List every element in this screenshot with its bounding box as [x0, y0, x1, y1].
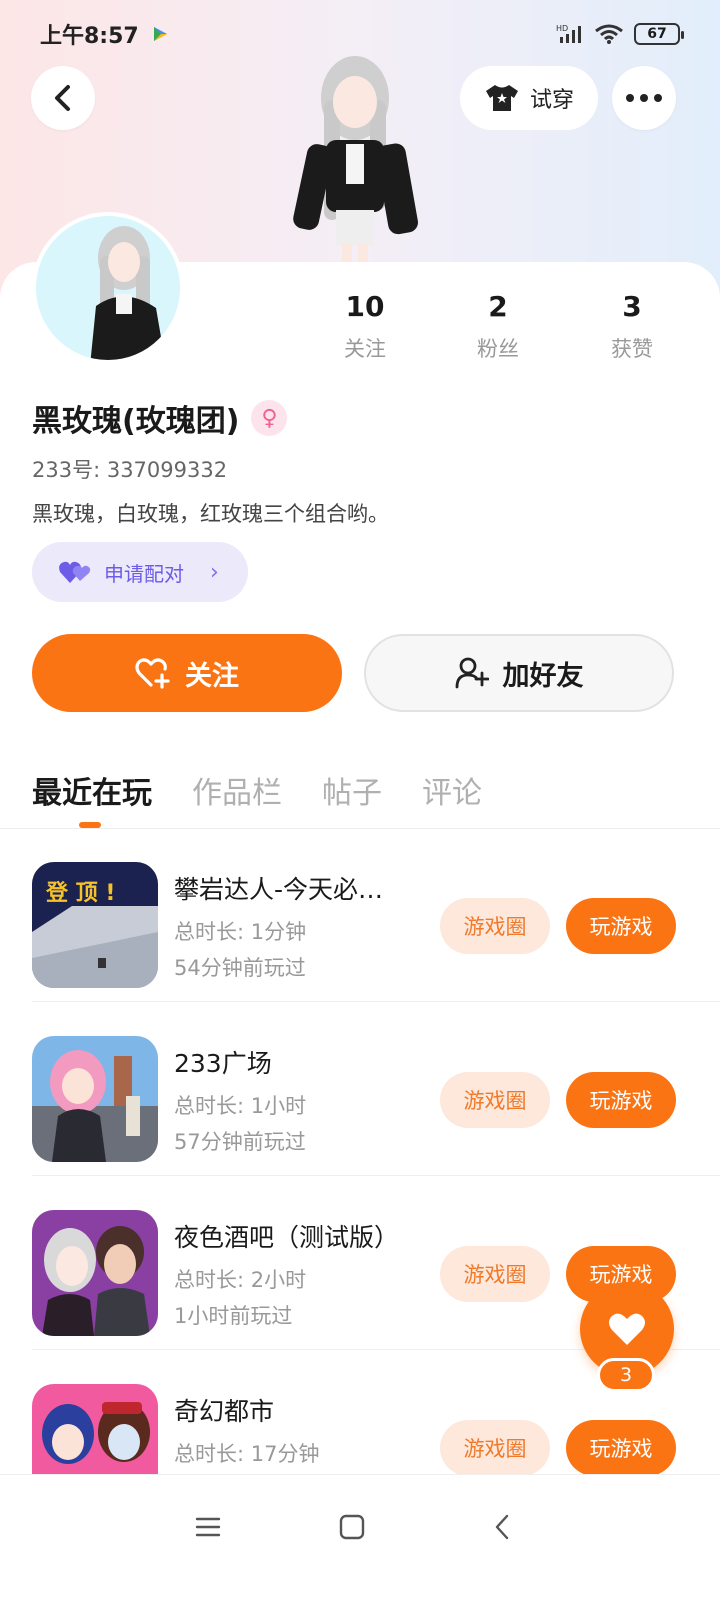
game-last-played: 54分钟前玩过 [174, 956, 306, 980]
tshirt-icon [485, 85, 518, 111]
wifi-icon [595, 24, 623, 44]
back-nav-button[interactable] [482, 1507, 522, 1547]
game-icon-text: 登 顶 ! [45, 881, 115, 906]
play-game-button[interactable]: 玩游戏 [566, 1420, 676, 1476]
add-friend-label: 加好友 [502, 660, 584, 692]
status-time: 上午8:57 [40, 24, 139, 49]
system-navigation-bar [0, 1474, 720, 1600]
stat-fans-count: 2 [488, 290, 508, 323]
back-chevron-icon [495, 1514, 509, 1540]
profile-bio: 黑玫瑰，白玫瑰，红玫瑰三个组合哟。 [32, 502, 389, 526]
play-game-button[interactable]: 玩游戏 [566, 898, 676, 954]
tryon-label: 试穿 [529, 88, 574, 113]
game-duration: 总时长: 1分钟 [174, 920, 307, 944]
tab-recently-played[interactable]: 最近在玩 [32, 768, 152, 812]
menu-icon [195, 1517, 221, 1537]
home-nav-button[interactable] [332, 1507, 372, 1547]
stat-following-count: 10 [345, 290, 385, 323]
battery-indicator: 67 [634, 23, 684, 45]
request-pair-button[interactable]: 申请配对 › [32, 542, 248, 602]
game-last-played: 1小时前玩过 [174, 1304, 293, 1328]
avatar-character-figure [293, 56, 418, 264]
more-dots-icon [626, 94, 662, 102]
add-friend-button[interactable]: 加好友 [364, 634, 674, 712]
stat-fans[interactable]: 2 粉丝 [438, 290, 558, 363]
game-icon [32, 1036, 158, 1162]
svg-text:HD: HD [556, 24, 568, 33]
game-title: 攀岩达人-今天必… [174, 875, 384, 904]
profile-tabs: 最近在玩 作品栏 帖子 评论 [32, 768, 482, 812]
game-title: 夜色酒吧（测试版） [174, 1223, 400, 1252]
list-item-game[interactable]: 233广场 总时长: 1小时 57分钟前玩过 游戏圈 玩游戏 [0, 1002, 720, 1176]
home-square-icon [339, 1514, 365, 1540]
avatar-character-image [90, 226, 165, 360]
avatar[interactable] [32, 212, 184, 364]
add-user-icon [455, 657, 489, 689]
game-title: 233广场 [174, 1049, 272, 1078]
list-item-game[interactable]: 登 顶 ! 攀岩达人-今天必… 总时长: 1分钟 54分钟前玩过 游戏圈 玩游戏 [0, 828, 720, 1002]
chevron-left-icon [55, 85, 70, 111]
play-store-icon [153, 27, 167, 41]
tryon-button[interactable]: 试穿 [460, 66, 598, 130]
stat-likes-label: 获赞 [611, 337, 653, 361]
menu-nav-button[interactable] [188, 1507, 228, 1547]
more-options-button[interactable] [612, 66, 676, 130]
stat-following[interactable]: 10 关注 [305, 290, 425, 363]
stat-following-label: 关注 [344, 337, 386, 361]
game-icon [32, 1210, 158, 1336]
heart-icon [609, 1313, 645, 1345]
game-circle-button[interactable]: 游戏圈 [440, 1072, 550, 1128]
double-heart-icon [59, 561, 91, 583]
tab-posts[interactable]: 帖子 [322, 768, 382, 812]
tab-comments[interactable]: 评论 [422, 768, 482, 812]
request-pair-label: 申请配对 [104, 561, 184, 586]
game-circle-button[interactable]: 游戏圈 [440, 898, 550, 954]
game-title: 奇幻都市 [174, 1397, 275, 1426]
stat-likes-count: 3 [622, 290, 642, 323]
follow-button[interactable]: 关注 [32, 634, 342, 712]
like-count-badge: 3 [597, 1358, 655, 1392]
game-duration: 总时长: 1小时 [174, 1094, 307, 1118]
status-bar: 上午8:57 HD 67 [40, 18, 684, 50]
play-game-button[interactable]: 玩游戏 [566, 1072, 676, 1128]
profile-uid: 233号: 337099332 [32, 458, 228, 482]
game-icon: 登 顶 ! [32, 862, 158, 988]
stat-likes[interactable]: 3 获赞 [572, 290, 692, 363]
game-duration: 总时长: 17分钟 [174, 1442, 320, 1466]
game-circle-button[interactable]: 游戏圈 [440, 1420, 550, 1476]
chevron-right-icon: › [210, 559, 219, 585]
profile-name-row: 黑玫瑰(玫瑰团) ♀ [32, 396, 288, 440]
game-circle-button[interactable]: 游戏圈 [440, 1246, 550, 1302]
follow-label: 关注 [185, 660, 239, 692]
game-duration: 总时长: 2小时 [174, 1268, 307, 1292]
heart-plus-icon [135, 658, 170, 689]
signal-icon: HD [556, 24, 581, 43]
female-gender-icon: ♀ [251, 400, 288, 436]
tab-works[interactable]: 作品栏 [192, 768, 282, 812]
stat-fans-label: 粉丝 [477, 337, 519, 361]
game-last-played: 57分钟前玩过 [174, 1130, 306, 1154]
back-button[interactable] [31, 66, 95, 130]
profile-name: 黑玫瑰(玫瑰团) [32, 404, 240, 439]
